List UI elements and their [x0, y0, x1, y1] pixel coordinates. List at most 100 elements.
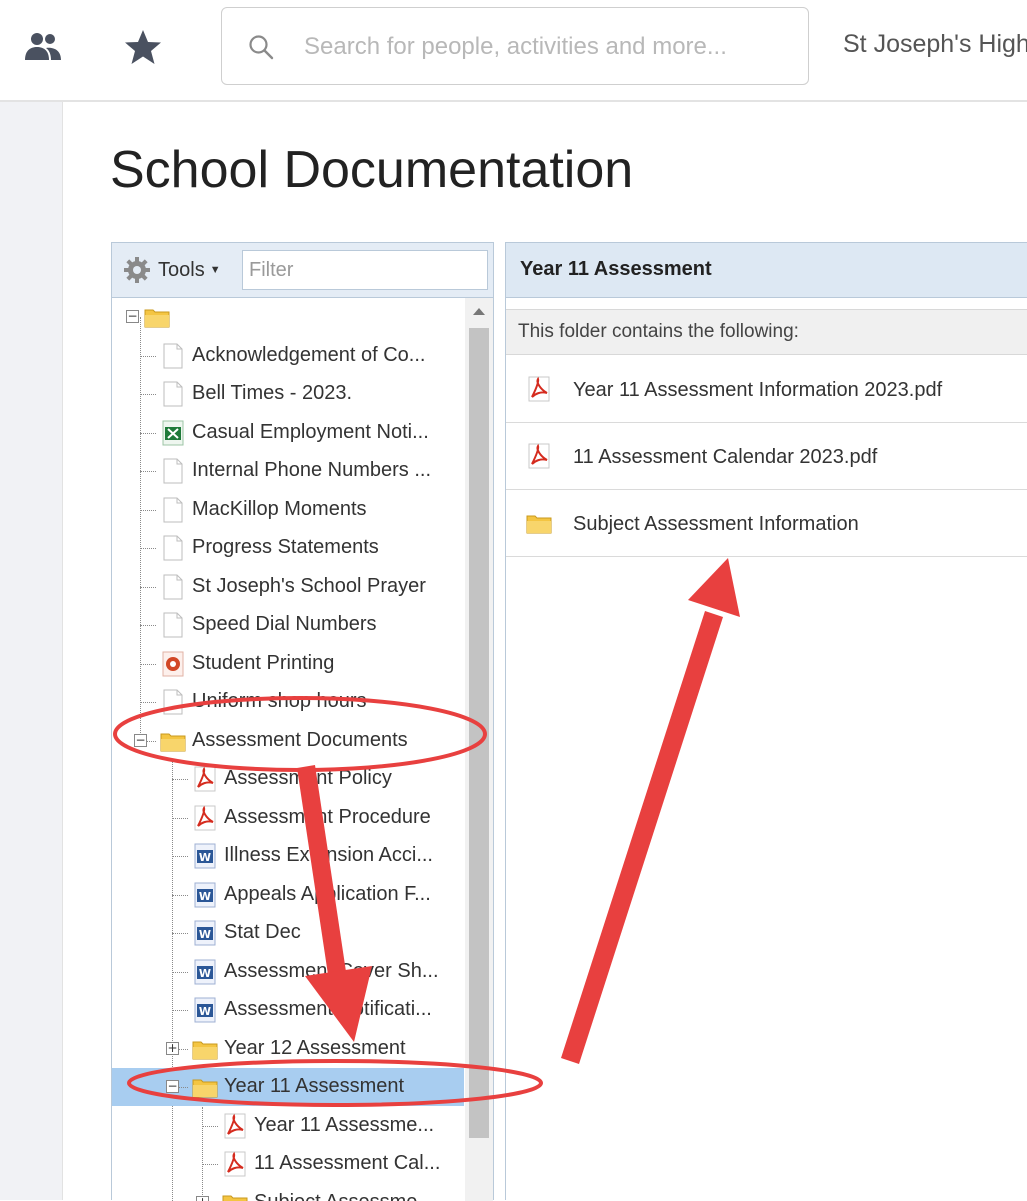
tree-connector [172, 856, 188, 857]
tree-connector [202, 1164, 218, 1165]
tree-item[interactable]: Casual Employment Noti... [112, 414, 464, 452]
tree-item-label: Year 11 Assessment [224, 1075, 404, 1098]
collapse-icon[interactable]: − [126, 310, 139, 323]
tree-item[interactable]: Acknowledgement of Co... [112, 337, 464, 375]
content-title: Year 11 Assessment [520, 258, 712, 281]
filter-input[interactable] [242, 250, 488, 290]
content-subheader-text: This folder contains the following: [518, 321, 799, 343]
word-icon: W [192, 996, 218, 1024]
excel-icon [160, 419, 186, 447]
tree-scrollbar[interactable] [465, 298, 493, 1201]
document-icon [160, 688, 186, 716]
word-icon: W [192, 881, 218, 909]
pdf-icon [192, 765, 218, 793]
svg-text:W: W [199, 851, 211, 864]
tree-item-label: Speed Dial Numbers [192, 613, 377, 636]
tree-item[interactable]: Student Printing [112, 645, 464, 683]
tree-item-label: Subject Assessme... [254, 1191, 434, 1201]
tree-item[interactable]: Bell Times - 2023. [112, 375, 464, 413]
document-icon [160, 380, 186, 408]
page-title: School Documentation [110, 140, 633, 200]
folder-icon [160, 727, 186, 755]
folder-tree-panel: Tools ▼ − Acknowledgement of Co... Bell Ti… [111, 242, 494, 1200]
folder-tree: − Acknowledgement of Co... Bell Times - 20… [112, 298, 464, 1201]
content-item[interactable]: 11 Assessment Calendar 2023.pdf [506, 424, 1027, 490]
content-item-label: 11 Assessment Calendar 2023.pdf [573, 446, 877, 469]
search-box[interactable] [221, 7, 809, 85]
tree-item-label: MacKillop Moments [192, 498, 367, 521]
tree-toolbar: Tools ▼ [112, 243, 493, 298]
scroll-up-icon[interactable] [473, 308, 485, 315]
folder-content-panel: Year 11 Assessment This folder contains … [505, 242, 1027, 1200]
tree-item-label: Appeals Application F... [224, 883, 431, 906]
document-icon [160, 573, 186, 601]
tree-connector [140, 433, 156, 434]
expand-icon[interactable]: + [196, 1196, 209, 1201]
document-icon [160, 611, 186, 639]
expand-icon[interactable]: + [166, 1042, 179, 1055]
powerpoint-icon [160, 650, 186, 678]
tree-connector [140, 394, 156, 395]
content-header: Year 11 Assessment [506, 243, 1027, 298]
top-bar: St Joseph's High [0, 0, 1027, 102]
svg-text:W: W [199, 967, 211, 980]
tree-item[interactable]: W Assessment Cover Sh... [112, 953, 464, 991]
collapse-icon[interactable]: − [166, 1080, 179, 1093]
tree-item-selected[interactable]: − Year 11 Assessment [112, 1068, 464, 1106]
tree-connector [202, 1126, 218, 1127]
tree-item-label: Illness Extension Acci... [224, 844, 433, 867]
tree-connector [172, 933, 188, 934]
tree-item-label: Year 12 Assessment [224, 1037, 406, 1060]
tree-connector [140, 471, 156, 472]
tree-item[interactable]: Assessment Policy [112, 760, 464, 798]
tree-item[interactable]: Internal Phone Numbers ... [112, 452, 464, 490]
tree-item[interactable]: WStat Dec [112, 914, 464, 952]
tree-item-label: Assessment Cover Sh... [224, 960, 439, 983]
tree-item[interactable]: 11 Assessment Cal... [112, 1145, 464, 1183]
tree-item[interactable]: Uniform shop hours [112, 683, 464, 721]
tree-item[interactable]: − [112, 298, 464, 336]
tree-item[interactable]: Year 11 Assessme... [112, 1107, 464, 1145]
gear-icon [122, 255, 152, 285]
tree-item[interactable]: Assessment Procedure [112, 799, 464, 837]
tree-item[interactable]: W Appeals Application F... [112, 876, 464, 914]
tree-item[interactable]: Speed Dial Numbers [112, 606, 464, 644]
tree-connector [172, 818, 188, 819]
school-name[interactable]: St Joseph's High [843, 30, 1027, 59]
tree-item[interactable]: −Assessment Documents [112, 722, 464, 760]
people-icon[interactable] [24, 28, 62, 70]
tree-connector [172, 972, 188, 973]
tree-connector [140, 702, 156, 703]
collapse-icon[interactable]: − [134, 734, 147, 747]
tree-item[interactable]: W Illness Extension Acci... [112, 837, 464, 875]
tree-item[interactable]: + Year 12 Assessment [112, 1030, 464, 1068]
content-subheader: This folder contains the following: [506, 309, 1027, 355]
content-item[interactable]: Year 11 Assessment Information 2023.pdf [506, 357, 1027, 423]
tree-connector [140, 356, 156, 357]
tree-item[interactable]: St Joseph's School Prayer [112, 568, 464, 606]
tree-item[interactable]: WAssessment Notificati... [112, 991, 464, 1029]
star-icon[interactable] [124, 28, 162, 70]
tree-item-label: Uniform shop hours [192, 690, 367, 713]
tree-item[interactable]: + Subject Assessme... [112, 1184, 464, 1201]
tree-connector [140, 510, 156, 511]
pdf-icon [526, 375, 556, 405]
document-icon [160, 496, 186, 524]
svg-text:W: W [199, 890, 211, 903]
tree-item-label: Assessment Procedure [224, 806, 431, 829]
tools-button[interactable]: Tools ▼ [122, 255, 221, 285]
svg-text:W: W [199, 1005, 211, 1018]
word-icon: W [192, 919, 218, 947]
tree-item-label: St Joseph's School Prayer [192, 575, 426, 598]
tree-item-label: Bell Times - 2023. [192, 382, 352, 405]
folder-icon [192, 1035, 218, 1063]
search-input[interactable] [302, 26, 796, 68]
scrollbar-thumb[interactable] [469, 328, 489, 1138]
pdf-icon [526, 442, 556, 472]
tree-item-label: Progress Statements [192, 536, 379, 559]
tree-item[interactable]: MacKillop Moments [112, 491, 464, 529]
content-item[interactable]: Subject Assessment Information [506, 491, 1027, 557]
tree-item[interactable]: Progress Statements [112, 529, 464, 567]
caret-down-icon: ▼ [210, 264, 221, 276]
pdf-icon [222, 1112, 248, 1140]
